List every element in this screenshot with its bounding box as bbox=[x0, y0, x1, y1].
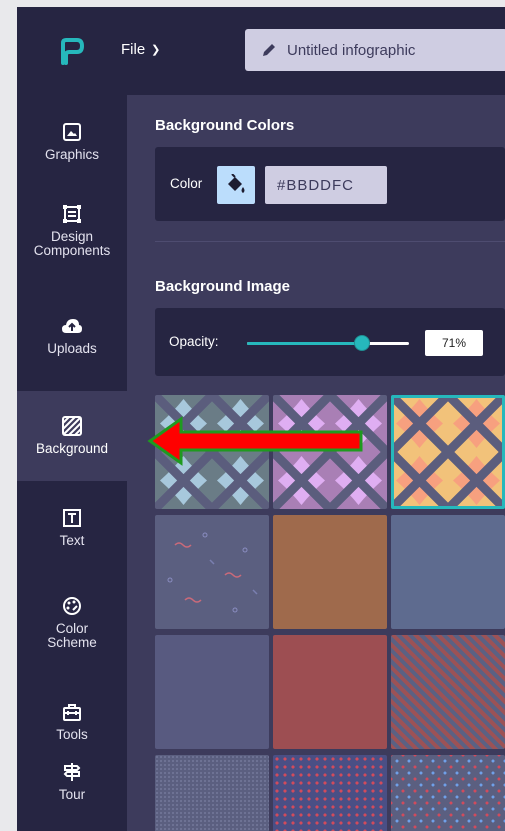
background-hatch-icon bbox=[61, 415, 83, 437]
background-image-title: Background Image bbox=[155, 278, 291, 295]
signpost-icon bbox=[61, 761, 83, 783]
paint-bucket-icon bbox=[228, 174, 245, 193]
background-tile-squiggle[interactable] bbox=[155, 515, 269, 629]
background-tile-solid-brown[interactable] bbox=[273, 515, 387, 629]
cloud-upload-icon bbox=[61, 315, 83, 337]
sidebar-item-uploads[interactable]: Uploads bbox=[17, 315, 127, 356]
opacity-value-input[interactable]: 71% bbox=[425, 330, 483, 356]
sidebar-item-label: Color Scheme bbox=[47, 621, 97, 651]
background-tile-solid-blue-grey[interactable] bbox=[391, 515, 505, 629]
top-bar: File ❯ Untitled infographic bbox=[17, 7, 505, 95]
color-label: Color bbox=[170, 176, 203, 191]
text-box-icon bbox=[61, 507, 83, 529]
sidebar-item-graphics[interactable]: Graphics bbox=[17, 121, 127, 162]
sidebar-item-label: Uploads bbox=[47, 341, 97, 356]
sidebar-item-label: Text bbox=[59, 533, 85, 548]
background-tile-diagonal-stripes[interactable] bbox=[391, 635, 505, 749]
sidebar-item-color-scheme[interactable]: Color Scheme bbox=[17, 595, 127, 650]
sidebar-item-label: Design Components bbox=[33, 229, 111, 259]
color-row: Color #BBDDFC bbox=[155, 147, 505, 221]
file-menu-label: File bbox=[121, 41, 146, 58]
opacity-slider[interactable] bbox=[247, 335, 409, 351]
background-tile-fine-dots[interactable] bbox=[155, 755, 269, 831]
background-colors-title: Background Colors bbox=[155, 117, 295, 134]
palette-icon bbox=[61, 595, 83, 617]
background-tile-mixed-dots[interactable] bbox=[391, 755, 505, 831]
opacity-slider-thumb[interactable] bbox=[354, 335, 371, 351]
image-icon bbox=[61, 121, 83, 143]
background-panel: Background Colors Color #BBDDFC Backgrou… bbox=[127, 95, 505, 831]
sidebar-item-label: Background bbox=[35, 441, 109, 457]
sidebar-item-text[interactable]: Text bbox=[17, 507, 127, 548]
color-hex-input[interactable]: #BBDDFC bbox=[265, 166, 387, 204]
background-tile-wave-purple[interactable] bbox=[273, 395, 387, 509]
section-divider bbox=[155, 241, 505, 242]
sidebar-item-design-components[interactable]: Design Components bbox=[17, 203, 127, 258]
opacity-label: Opacity: bbox=[169, 334, 219, 349]
sidebar-item-label: Tools bbox=[56, 727, 88, 742]
sidebar-item-label: Graphics bbox=[44, 147, 100, 162]
background-tile-wave-orange[interactable] bbox=[391, 395, 505, 509]
background-tile-solid-red[interactable] bbox=[273, 635, 387, 749]
opacity-row: Opacity: 71% bbox=[155, 308, 505, 376]
app-window: File ❯ Untitled infographic Graphics Des… bbox=[17, 7, 505, 831]
sidebar-item-tools[interactable]: Tools bbox=[17, 701, 127, 742]
opacity-slider-fill bbox=[247, 342, 363, 345]
components-icon bbox=[61, 203, 83, 225]
file-menu[interactable]: File ❯ bbox=[121, 41, 160, 58]
toolbox-icon bbox=[61, 701, 83, 723]
logo-icon[interactable] bbox=[57, 37, 87, 67]
sidebar-item-label: Tour bbox=[58, 787, 86, 802]
chevron-down-icon: ❯ bbox=[151, 44, 161, 56]
color-swatch-button[interactable] bbox=[217, 166, 255, 204]
sidebar-item-tour[interactable]: Tour bbox=[17, 761, 127, 802]
background-tile-solid-slate[interactable] bbox=[155, 635, 269, 749]
document-title: Untitled infographic bbox=[287, 41, 416, 59]
pencil-icon bbox=[263, 44, 275, 56]
background-tile-red-dots[interactable] bbox=[273, 755, 387, 831]
sidebar: Graphics Design Components Uploads Backg… bbox=[17, 95, 127, 831]
background-tile-wave-teal[interactable] bbox=[155, 395, 269, 509]
sidebar-item-background[interactable]: Background bbox=[17, 391, 127, 481]
document-title-button[interactable]: Untitled infographic bbox=[245, 29, 505, 71]
